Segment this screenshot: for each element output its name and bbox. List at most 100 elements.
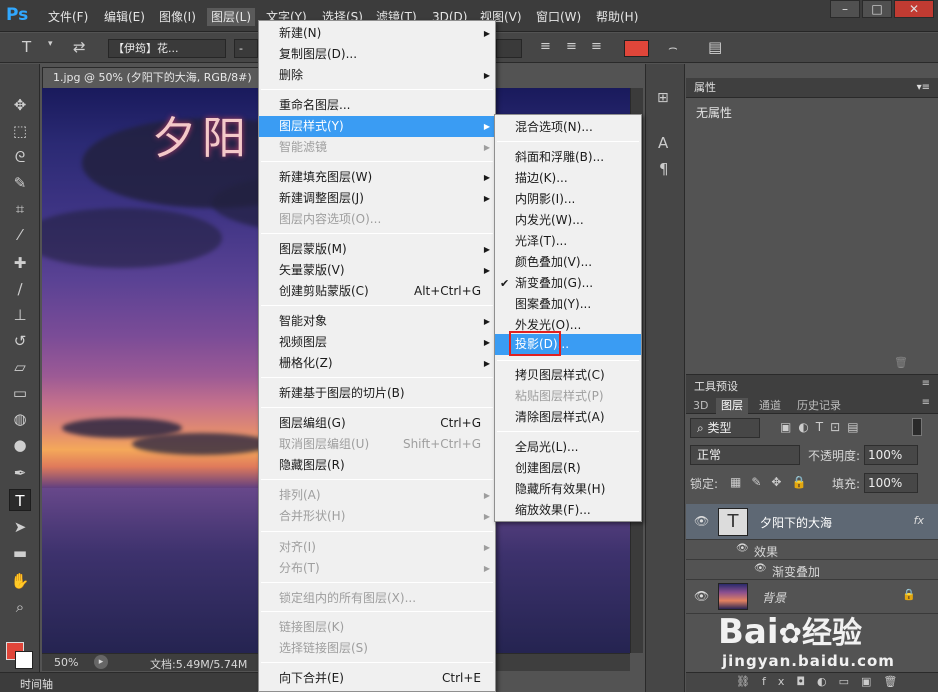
brush-tool-icon[interactable]: ∕	[9, 278, 31, 300]
close-button[interactable]: ✕	[894, 0, 934, 18]
eraser-tool-icon[interactable]: ▱	[9, 356, 31, 378]
menu-item[interactable]: 矢量蒙版(V) ▶	[259, 260, 495, 281]
menu-item[interactable]: 描边(K)...	[495, 168, 641, 189]
tool-presets-panel-header[interactable]: 工具预设 ≡	[686, 374, 938, 394]
minimize-button[interactable]: –	[830, 0, 860, 18]
menu-item[interactable]: 斜面和浮雕(B)...	[495, 147, 641, 168]
layer-effect-gradient-row[interactable]: 👁 渐变叠加	[686, 560, 938, 580]
character-panel-icon[interactable]: ▤	[708, 38, 722, 56]
menu-item[interactable]: 重命名图层...	[259, 95, 495, 116]
fx-icon[interactable]: fx	[914, 514, 924, 527]
type-tool-icon[interactable]: T	[9, 489, 31, 511]
menu-item[interactable]: 新建填充图层(W) ▶	[259, 167, 495, 188]
layer-filter-icons[interactable]: ▣◐T⊡▤	[780, 420, 866, 434]
menu-item[interactable]: 创建剪贴蒙版(C) Alt+Ctrl+G	[259, 281, 495, 302]
text-orientation-icon[interactable]: ⇄	[73, 38, 86, 56]
tab-3d[interactable]: 3D	[688, 398, 713, 414]
status-menu-icon[interactable]: ▸	[94, 655, 108, 669]
menu-item[interactable]: 颜色叠加(V)...	[495, 252, 641, 273]
opacity-field[interactable]: 100%	[864, 445, 918, 465]
menu-file[interactable]: 文件(F)	[44, 8, 92, 26]
blur-tool-icon[interactable]: ◍	[9, 408, 31, 430]
shape-tool-icon[interactable]: ▬	[9, 542, 31, 564]
document-tab[interactable]: 1.jpg @ 50% (夕阳下的大海, RGB/8#)	[42, 67, 260, 88]
tool-presets-icon[interactable]: ⊞	[657, 90, 675, 108]
menu-item[interactable]: 图层蒙版(M) ▶	[259, 239, 495, 260]
layer-effects-row[interactable]: 👁 效果	[686, 540, 938, 560]
eyedropper-tool-icon[interactable]: ⁄	[9, 224, 31, 246]
eye-icon[interactable]: 👁	[694, 514, 709, 528]
menu-item[interactable]: 光泽(T)...	[495, 231, 641, 252]
zoom-tool-icon[interactable]: ⌕	[9, 596, 31, 618]
stamp-tool-icon[interactable]: ⊥	[9, 304, 31, 326]
character-panel-icon[interactable]: A	[658, 134, 676, 152]
gradient-tool-icon[interactable]: ▭	[9, 382, 31, 404]
menu-edit[interactable]: 编辑(E)	[100, 8, 149, 26]
lasso-tool-icon[interactable]: ᘓ	[9, 146, 31, 168]
menu-item[interactable]: 向下合并(E) Ctrl+E	[259, 668, 495, 689]
zoom-level[interactable]: 50%	[54, 656, 78, 669]
filter-toggle[interactable]	[912, 418, 922, 436]
menu-item[interactable]: 智能对象 ▶	[259, 311, 495, 332]
history-brush-tool-icon[interactable]: ↺	[9, 330, 31, 352]
tab-layers[interactable]: 图层	[716, 398, 748, 414]
lock-icons[interactable]: ▦✎✥🔒	[730, 475, 816, 489]
pen-tool-icon[interactable]: ✒	[9, 462, 31, 484]
align-right-icon[interactable]: ≡	[591, 39, 602, 54]
menu-item[interactable]: 新建基于图层的切片(B)	[259, 383, 495, 404]
maximize-button[interactable]: □	[862, 0, 892, 18]
tab-history[interactable]: 历史记录	[792, 398, 846, 414]
move-tool-icon[interactable]: ✥	[9, 94, 31, 116]
menu-item[interactable]: 拷贝图层样式(C)	[495, 365, 641, 386]
healing-tool-icon[interactable]: ✚	[9, 252, 31, 274]
align-left-icon[interactable]: ≡	[540, 39, 551, 54]
menu-item[interactable]: 图案叠加(Y)...	[495, 294, 641, 315]
menu-item[interactable]: 创建图层(R)	[495, 458, 641, 479]
trash-icon[interactable]: 🗑	[894, 356, 908, 369]
menu-image[interactable]: 图像(I)	[155, 8, 200, 26]
panel-menu-icon[interactable]: ≡	[922, 397, 930, 408]
menu-item[interactable]: 全局光(L)...	[495, 437, 641, 458]
type-tool-icon[interactable]: T	[22, 38, 31, 56]
timeline-panel-tab[interactable]: 时间轴	[0, 672, 260, 692]
panel-menu-icon[interactable]: ≡	[922, 378, 930, 389]
crop-tool-icon[interactable]: ⌗	[9, 198, 31, 220]
font-family-select[interactable]: 【伊筠】花...	[108, 39, 226, 58]
marquee-tool-icon[interactable]: ⬚	[9, 120, 31, 142]
menu-window[interactable]: 窗口(W)	[532, 8, 585, 26]
quick-select-tool-icon[interactable]: ✎	[9, 172, 31, 194]
menu-item[interactable]: 复制图层(D)...	[259, 44, 495, 65]
text-color-swatch[interactable]	[624, 40, 649, 57]
filter-type-select[interactable]: ⌕ 类型	[690, 418, 760, 438]
menu-item[interactable]: 视频图层 ▶	[259, 332, 495, 353]
anti-alias-select[interactable]	[496, 39, 522, 58]
background-color-swatch[interactable]	[15, 651, 33, 669]
menu-item[interactable]: 隐藏图层(R)	[259, 455, 495, 476]
eye-icon[interactable]: 👁	[736, 543, 749, 554]
font-style-select[interactable]: -	[234, 39, 258, 58]
menu-item[interactable]: 图层编组(G) Ctrl+G	[259, 413, 495, 434]
menu-item[interactable]: 图层样式(Y) ▶	[259, 116, 495, 137]
menu-layer[interactable]: 图层(L)	[207, 8, 256, 26]
menu-item[interactable]: 缩放效果(F)...	[495, 500, 641, 521]
layer-row-text[interactable]: 👁 T 夕阳下的大海 fx	[686, 504, 938, 540]
tab-channels[interactable]: 通道	[754, 398, 786, 414]
fill-field[interactable]: 100%	[864, 473, 918, 493]
menu-item[interactable]: 混合选项(N)...	[495, 117, 641, 138]
menu-item[interactable]: 新建(N) ▶	[259, 23, 495, 44]
hand-tool-icon[interactable]: ✋	[9, 570, 31, 592]
menu-item[interactable]: 隐藏所有效果(H)	[495, 479, 641, 500]
eye-icon[interactable]: 👁	[754, 563, 767, 574]
menu-item[interactable]: 渐变叠加(G)... ✔	[495, 273, 641, 294]
menu-item[interactable]: 删除 ▶	[259, 65, 495, 86]
dodge-tool-icon[interactable]: ●	[9, 434, 31, 456]
panel-menu-icon[interactable]: ▾≡	[917, 78, 930, 98]
menu-help[interactable]: 帮助(H)	[592, 8, 642, 26]
paragraph-panel-icon[interactable]: ¶	[659, 160, 677, 178]
menu-item[interactable]: 清除图层样式(A)	[495, 407, 641, 428]
eye-icon[interactable]: 👁	[694, 589, 709, 603]
warp-text-icon[interactable]: ⌢	[668, 38, 678, 56]
blend-mode-select[interactable]: 正常	[690, 445, 800, 465]
path-select-tool-icon[interactable]: ➤	[9, 516, 31, 538]
align-center-icon[interactable]: ≡	[566, 39, 577, 54]
